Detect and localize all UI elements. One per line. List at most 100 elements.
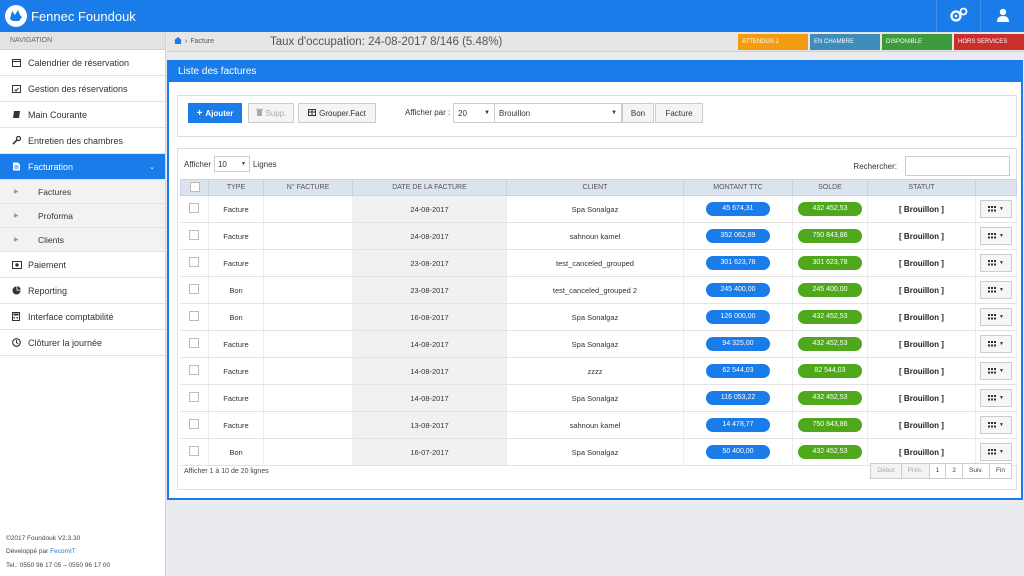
row-checkbox[interactable] xyxy=(189,446,200,456)
table-row[interactable]: Facture 24-08-2017 Spa Sonalgaz 45 674,31 43… xyxy=(180,195,1017,223)
actions-cell: ▼ xyxy=(975,384,1017,412)
table-row[interactable]: Facture 24-08-2017 sahnoun kamel 352 062,89… xyxy=(180,222,1017,250)
row-actions-button[interactable]: ▼ xyxy=(980,281,1012,299)
sidebar-subitem-proforma[interactable]: ▶ Proforma xyxy=(0,204,165,228)
facture-filter-button[interactable]: Facture xyxy=(655,103,703,123)
table-row[interactable]: Facture 14-08-2017 Spa Sonalgaz 94 325,00 43… xyxy=(180,330,1017,358)
legend-hors-services[interactable]: HORS SERVICES xyxy=(954,34,1024,50)
delete-button[interactable]: Supp. xyxy=(248,103,294,123)
row-checkbox[interactable] xyxy=(189,230,200,240)
status-select[interactable]: Brouillon ▼ xyxy=(494,103,622,123)
row-checkbox[interactable] xyxy=(189,365,200,375)
table-area: Afficher 10 ▼ Lignes Rechercher: TYPE N° … xyxy=(177,148,1017,490)
sidebar-item-entretien[interactable]: Entretien des chambres xyxy=(0,128,165,154)
column-header[interactable]: STATUT xyxy=(867,179,976,196)
home-icon[interactable] xyxy=(174,37,182,46)
table-row[interactable]: Bon 16-07-2017 Spa Sonalgaz 50 400,00 432 45… xyxy=(180,438,1017,466)
row-select-cell[interactable] xyxy=(180,357,209,385)
logo[interactable]: Fennec Foundouk xyxy=(0,0,136,32)
table-row[interactable]: Facture 13-08-2017 sahnoun kamel 14 478,77 7… xyxy=(180,411,1017,439)
table-row[interactable]: Bon 16-08-2017 Spa Sonalgaz 126 000,00 432 4… xyxy=(180,303,1017,331)
row-actions-button[interactable]: ▼ xyxy=(980,308,1012,326)
row-select-cell[interactable] xyxy=(180,411,209,439)
rows-per-page-select[interactable]: 10 ▼ xyxy=(213,156,250,172)
table-row[interactable]: Facture 14-08-2017 Spa Sonalgaz 116 053,22 4… xyxy=(180,384,1017,412)
legend-attendus[interactable]: ATTENDUS J xyxy=(738,34,808,50)
column-header[interactable]: MONTANT TTC xyxy=(683,179,793,196)
sidebar-item-facturation[interactable]: Facturation ⌄ xyxy=(0,154,165,180)
pagination-prev[interactable]: Préc. xyxy=(900,463,930,479)
table-row[interactable]: Facture 14-08-2017 zzzz 62 544,03 82 544,03 [… xyxy=(180,357,1017,385)
status-cell: [ Brouillon ] xyxy=(867,222,976,250)
select-all-header[interactable] xyxy=(180,179,209,196)
row-checkbox[interactable] xyxy=(189,284,200,294)
row-select-cell[interactable] xyxy=(180,222,209,250)
column-header[interactable]: DATE DE LA FACTURE xyxy=(352,179,507,196)
row-checkbox[interactable] xyxy=(189,338,200,348)
column-header[interactable]: CLIENT xyxy=(506,179,684,196)
developer-credit: Développé par FecomIT xyxy=(6,548,76,555)
pagination-page-1[interactable]: 1 xyxy=(928,463,947,479)
occupancy-rate: Taux d'occupation: 24-08-2017 8/146 (5.4… xyxy=(270,35,503,48)
sidebar-item-reporting[interactable]: Reporting xyxy=(0,278,165,304)
column-header[interactable]: TYPE xyxy=(208,179,264,196)
sidebar-item-main-courante[interactable]: Main Courante xyxy=(0,102,165,128)
settings-button[interactable] xyxy=(936,0,980,32)
developer-link[interactable]: FecomIT xyxy=(50,548,76,555)
row-actions-button[interactable]: ▼ xyxy=(980,443,1012,461)
row-actions-button[interactable]: ▼ xyxy=(980,389,1012,407)
row-select-cell[interactable] xyxy=(180,249,209,277)
row-checkbox[interactable] xyxy=(189,203,200,213)
sidebar-item-calendrier[interactable]: Calendrier de réservation xyxy=(0,50,165,76)
group-invoices-button[interactable]: Grouper.Fact xyxy=(298,103,376,123)
legend-en-chambre[interactable]: EN CHAMBRE xyxy=(810,34,880,50)
pagination-last[interactable]: Fin xyxy=(988,463,1012,479)
row-select-cell[interactable] xyxy=(180,384,209,412)
amount-cell: 50 400,00 xyxy=(683,438,793,466)
table-row[interactable]: Facture 23-08-2017 test_canceled_grouped 30… xyxy=(180,249,1017,277)
per-page-label: Afficher par : xyxy=(405,108,451,117)
sidebar-item-cloturer[interactable]: Clôturer la journée xyxy=(0,330,165,356)
grid-icon xyxy=(988,313,997,322)
row-checkbox[interactable] xyxy=(189,311,200,321)
row-actions-button[interactable]: ▼ xyxy=(980,227,1012,245)
row-checkbox[interactable] xyxy=(189,392,200,402)
row-select-cell[interactable] xyxy=(180,276,209,304)
bon-filter-button[interactable]: Bon xyxy=(622,103,654,123)
sidebar-subitem-factures[interactable]: ▶ Factures xyxy=(0,180,165,204)
table-row[interactable]: Bon 23-08-2017 test_canceled_grouped 2 245 … xyxy=(180,276,1017,304)
search-input[interactable] xyxy=(905,156,1010,176)
row-actions-button[interactable]: ▼ xyxy=(980,254,1012,272)
per-page-select[interactable]: 20 ▼ xyxy=(453,103,495,123)
row-actions-button[interactable]: ▼ xyxy=(980,335,1012,353)
grid-icon xyxy=(988,232,997,241)
balance-cell: 245 400,00 xyxy=(792,276,868,304)
row-actions-button[interactable]: ▼ xyxy=(980,416,1012,434)
sidebar-item-gestion-reservations[interactable]: Gestion des réservations xyxy=(0,76,165,102)
grid-icon xyxy=(988,205,997,214)
sidebar-item-comptabilite[interactable]: Interface comptabilité xyxy=(0,304,165,330)
row-select-cell[interactable] xyxy=(180,195,209,223)
pagination-first[interactable]: Début xyxy=(870,463,902,479)
length-control: Afficher 10 ▼ Lignes xyxy=(184,156,277,172)
sidebar-item-paiement[interactable]: Paiement xyxy=(0,252,165,278)
row-checkbox[interactable] xyxy=(189,419,200,429)
client-cell: Spa Sonalgaz xyxy=(506,195,684,223)
app-title: Fennec Foundouk xyxy=(31,8,136,24)
sidebar-subitem-clients[interactable]: ▶ Clients xyxy=(0,228,165,252)
row-checkbox[interactable] xyxy=(189,257,200,267)
row-actions-button[interactable]: ▼ xyxy=(980,362,1012,380)
column-header[interactable]: SOLDE xyxy=(792,179,868,196)
row-select-cell[interactable] xyxy=(180,438,209,466)
row-select-cell[interactable] xyxy=(180,303,209,331)
legend-disponible[interactable]: DISPONIBLE xyxy=(882,34,952,50)
select-all-checkbox[interactable] xyxy=(189,181,200,192)
row-actions-button[interactable]: ▼ xyxy=(980,200,1012,218)
user-button[interactable] xyxy=(980,0,1024,32)
pagination-page-2[interactable]: 2 xyxy=(945,463,963,479)
status-cell: [ Brouillon ] xyxy=(867,357,976,385)
add-button[interactable]: + Ajouter xyxy=(188,103,242,123)
pagination-next[interactable]: Suiv. xyxy=(962,463,990,479)
row-select-cell[interactable] xyxy=(180,330,209,358)
column-header[interactable]: N° FACTURE xyxy=(263,179,353,196)
